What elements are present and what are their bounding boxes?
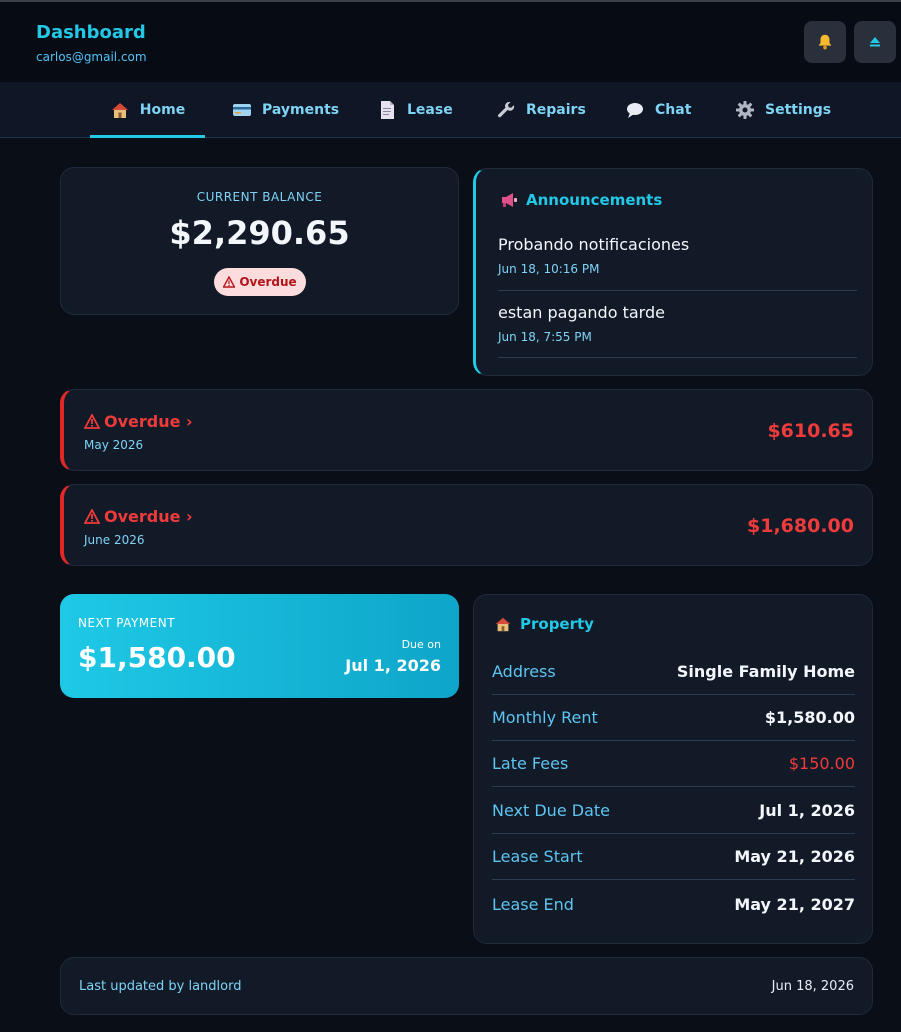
warning-icon <box>84 509 100 524</box>
property-key: Lease End <box>492 894 574 914</box>
tab-label: Repairs <box>526 102 586 118</box>
property-card: Property Address Single Family Home Mont… <box>473 594 873 944</box>
property-key: Late Fees <box>492 754 569 773</box>
eject-icon <box>870 37 880 47</box>
announcements-title: Announcements <box>500 191 662 209</box>
property-value: $1,580.00 <box>764 708 855 727</box>
page-title: Dashboard <box>36 22 146 43</box>
property-key: Lease Start <box>492 847 583 866</box>
property-row: Next Due Date Jul 1, 2026 <box>492 788 855 834</box>
property-value: May 21, 2027 <box>734 894 855 914</box>
property-value: $150.00 <box>788 754 855 773</box>
overdue-title-text: Overdue › <box>104 412 193 431</box>
overdue-card[interactable]: Overdue › May 2026 $610.65 <box>60 389 873 471</box>
main-nav: Home Payments Lease Repairs Chat Setting… <box>0 82 901 138</box>
tab-label: Settings <box>765 102 832 118</box>
announcement-time: Jun 18, 7:55 PM <box>498 330 592 344</box>
property-row: Lease End May 21, 2027 <box>492 881 855 927</box>
divider <box>498 290 857 291</box>
announcement-item[interactable]: estan pagando tarde Jun 18, 7:55 PM <box>498 303 857 344</box>
due-date: Jul 1, 2026 <box>345 656 441 675</box>
tab-payments[interactable]: Payments <box>232 82 339 138</box>
due-label: Due on <box>401 638 441 651</box>
property-value: May 21, 2026 <box>734 847 855 866</box>
announcements-card: Announcements Probando notificaciones Ju… <box>473 168 873 376</box>
announcement-text: Probando notificaciones <box>498 235 690 254</box>
property-row: Late Fees $150.00 <box>492 741 855 787</box>
house-icon <box>495 617 511 632</box>
last-updated-label: Last updated by landlord <box>79 979 242 994</box>
property-value: Single Family Home <box>676 662 855 681</box>
overdue-month: June 2026 <box>84 533 145 547</box>
document-icon <box>381 101 394 119</box>
overdue-title: Overdue › <box>84 507 193 526</box>
notifications-button[interactable] <box>804 21 846 63</box>
property-row: Address Single Family Home <box>492 649 855 695</box>
tab-repairs[interactable]: Repairs <box>496 82 586 138</box>
speech-bubble-icon <box>627 103 643 118</box>
tab-label: Home <box>139 102 186 118</box>
user-email: carlos@gmail.com <box>36 50 147 64</box>
next-payment-amount: $1,580.00 <box>78 641 236 674</box>
tab-label: Payments <box>262 102 340 118</box>
overdue-title-text: Overdue › <box>104 507 193 526</box>
tab-settings[interactable]: Settings <box>735 82 831 138</box>
next-payment-label: NEXT PAYMENT <box>78 616 176 630</box>
tab-label: Lease <box>407 102 453 118</box>
announcement-item[interactable]: Probando notificaciones Jun 18, 10:16 PM <box>498 235 857 276</box>
property-key: Address <box>492 662 556 681</box>
wrench-icon <box>498 101 515 118</box>
house-icon <box>111 103 128 118</box>
status-badge-label: Overdue <box>239 275 297 289</box>
overdue-title: Overdue › <box>84 412 193 431</box>
announcements-title-text: Announcements <box>526 191 663 209</box>
footer-card: Last updated by landlord Jun 18, 2026 <box>60 957 873 1015</box>
property-row: Monthly Rent $1,580.00 <box>492 695 855 741</box>
property-key: Next Due Date <box>492 801 610 820</box>
warning-icon <box>84 414 100 429</box>
bell-icon <box>818 34 832 50</box>
gear-icon <box>736 101 754 119</box>
app-header: Dashboard carlos@gmail.com <box>0 2 901 82</box>
warning-icon <box>223 276 236 288</box>
tab-home[interactable]: Home <box>90 82 205 138</box>
overdue-card[interactable]: Overdue › June 2026 $1,680.00 <box>60 484 873 566</box>
property-title-text: Property <box>520 615 594 633</box>
last-updated-date: Jun 18, 2026 <box>771 979 854 994</box>
tab-chat[interactable]: Chat <box>625 82 691 138</box>
balance-card: CURRENT BALANCE $2,290.65 Overdue <box>60 167 459 315</box>
logout-button[interactable] <box>854 21 896 63</box>
overdue-amount: $610.65 <box>767 420 854 442</box>
megaphone-icon <box>502 193 517 207</box>
status-badge: Overdue <box>214 268 306 296</box>
tab-lease[interactable]: Lease <box>377 82 453 138</box>
overdue-amount: $1,680.00 <box>747 515 854 537</box>
balance-label: CURRENT BALANCE <box>196 190 323 204</box>
divider <box>498 357 857 358</box>
property-row: Lease Start May 21, 2026 <box>492 834 855 880</box>
property-value: Jul 1, 2026 <box>759 801 855 820</box>
announcement-text: estan pagando tarde <box>498 303 665 322</box>
tab-label: Chat <box>655 102 692 118</box>
announcement-time: Jun 18, 10:16 PM <box>498 262 600 276</box>
balance-value: $2,290.65 <box>169 214 350 252</box>
property-key: Monthly Rent <box>492 708 598 727</box>
property-title: Property <box>494 615 594 633</box>
next-payment-card[interactable]: NEXT PAYMENT $1,580.00 Due on Jul 1, 202… <box>60 594 459 698</box>
credit-card-icon <box>233 104 251 116</box>
overdue-month: May 2026 <box>84 438 144 452</box>
